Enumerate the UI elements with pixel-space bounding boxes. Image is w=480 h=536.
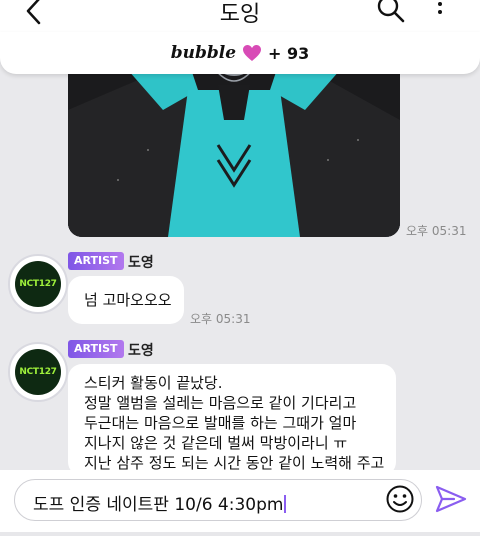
author-name: 도영 [128,255,154,271]
message-line: 정말 앨범을 설레는 마음으로 같이 기다리고 [84,394,357,412]
message-time: 오후 05:31 [406,224,467,238]
message-text: 넘 고마오오오 [84,291,172,309]
text-caret [284,495,287,513]
composer-bar: 도프 인증 네이트판 10/6 4:30pm [0,470,480,536]
heart-icon [243,45,262,61]
avatar-logo: NCT127 [15,261,61,307]
chat-message[interactable]: 넘 고마오오오 [68,276,184,324]
message-input-value: 도프 인증 네이트판 10/6 4:30pm [33,495,284,515]
avatar-logo: NCT127 [15,349,61,395]
author-name: 도영 [128,343,154,359]
avatar[interactable]: NCT127 [8,342,68,402]
smiley-icon[interactable] [385,484,415,514]
message-line: 두근대는 마음으로 발매를 하는 그때가 얼마 [84,414,357,432]
avatar[interactable]: NCT127 [8,254,68,314]
message-input[interactable]: 도프 인증 네이트판 10/6 4:30pm [14,479,422,521]
bubble-count: + 93 [268,43,310,63]
artist-badge: ARTIST [68,340,124,358]
message-line: 스티커 활동이 끝났당. [84,374,223,392]
photo-message[interactable] [68,50,400,237]
bubble-logo: bubble [170,43,237,63]
bottom-strip [0,532,480,536]
message-line: 지나지 않은 것 같은데 벌써 막방이라니 ㅠ [84,434,348,452]
send-icon[interactable] [434,484,468,514]
chat-title: 도잉 [219,2,261,27]
artist-badge: ARTIST [68,252,124,270]
message-time: 오후 05:31 [190,312,251,326]
search-icon[interactable] [376,0,406,24]
chat-message[interactable]: 스티커 활동이 끝났당. 정말 앨범을 설레는 마음으로 같이 기다리고 두근대… [68,364,396,476]
more-vertical-icon[interactable] [430,0,450,22]
bubble-status-bar[interactable]: bubble + 93 [0,32,480,74]
